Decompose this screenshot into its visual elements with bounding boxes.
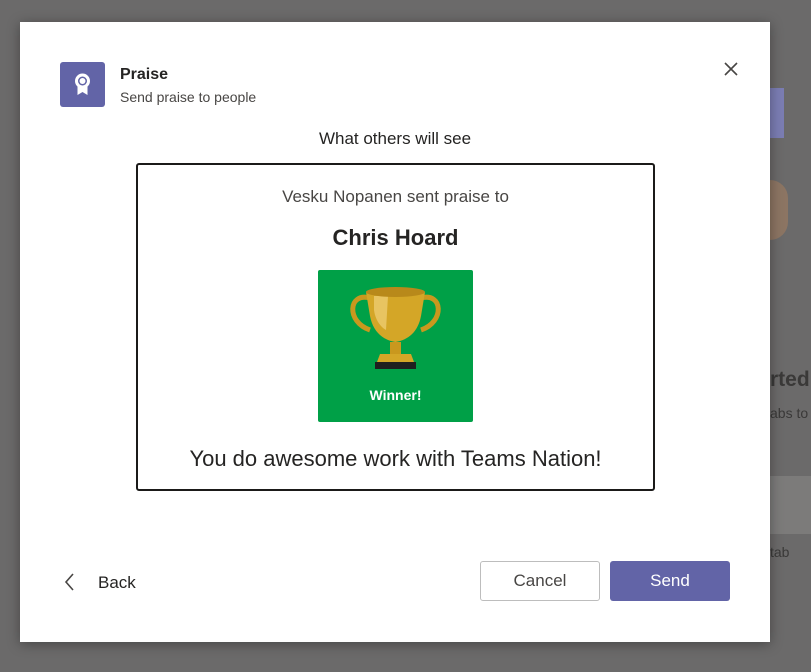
background-text-fragment: abs to [770,405,809,421]
recipient-name: Chris Hoard [332,225,459,250]
send-button[interactable]: Send [610,561,730,601]
sender-line: Vesku Nopanen sent praise to [282,187,509,206]
background-heading-fragment: rted [770,368,810,391]
app-title: Praise [120,66,169,83]
back-label: Back [98,573,136,592]
award-icon [75,73,90,95]
preview-label: What others will see [318,129,472,148]
background-tile [770,476,811,534]
winner-badge: Winner! [318,270,473,422]
background-avatar-2 [770,180,788,240]
background-tab-fragment: tab [770,544,790,560]
close-button[interactable] [720,58,742,80]
cancel-button[interactable]: Cancel [480,561,600,601]
badge-label: Winner! [369,387,422,403]
trophy-icon [350,287,441,369]
praise-dialog: Praise Send praise to people What others… [20,22,770,642]
chevron-left-icon [64,573,74,591]
praise-card-preview: Vesku Nopanen sent praise to Chris Hoard… [136,163,655,491]
app-icon [60,62,105,107]
app-subtitle: Send praise to people [120,89,257,105]
background-avatar-1 [770,88,784,138]
praise-message: You do awesome work with Teams Nation! [189,446,602,471]
close-icon [724,62,738,76]
